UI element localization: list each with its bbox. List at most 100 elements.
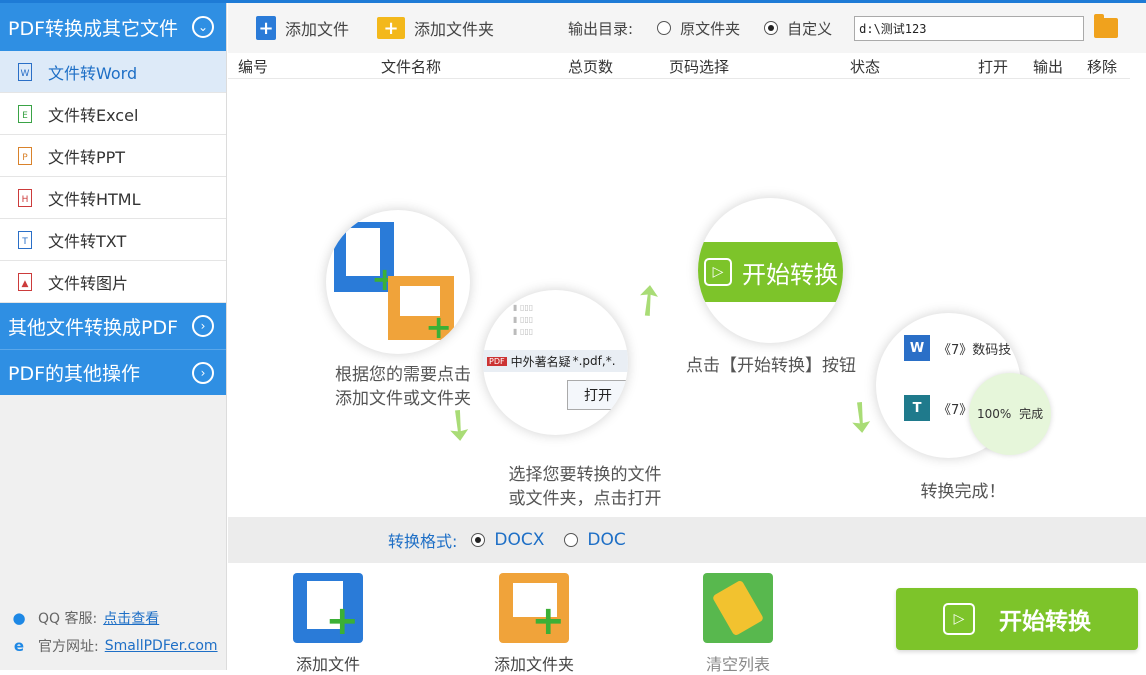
sidebar-item-label: 文件转图片 (48, 273, 129, 293)
sidebar-item-label: 文件转Word (48, 63, 138, 83)
excel-file-icon: E (18, 104, 32, 123)
clear-list-button[interactable]: 清空列表 (698, 573, 778, 675)
chevron-right-icon: › (192, 315, 214, 337)
col-remove: 移除 (1087, 58, 1118, 76)
category-label: PDF的其他操作 (8, 363, 141, 385)
add-file-label: 添加文件 (285, 20, 350, 39)
radio-dot-selected (764, 21, 779, 35)
category-pdf-to-other[interactable]: PDF转换成其它文件 ⌄ (0, 3, 226, 51)
clear-list-label: 清空列表 (705, 655, 770, 674)
qq-icon: ● (12, 609, 26, 627)
word-icon: W (904, 335, 930, 361)
add-file-big-button[interactable]: + 添加文件 (288, 573, 368, 675)
add-file-icon: + (256, 16, 276, 40)
col-total-pages: 总页数 (568, 58, 614, 76)
radio-dot (657, 21, 672, 35)
add-folder-label: 添加文件夹 (493, 655, 574, 674)
file-filter-sample: *.pdf,*. (572, 354, 616, 368)
add-folder-label: 添加文件夹 (414, 20, 495, 39)
col-status: 状态 (850, 58, 881, 76)
step3-text: 点击【开始转换】按钮 (686, 356, 856, 376)
add-file-button[interactable]: + 添加文件 (256, 16, 349, 40)
play-icon: ▷ (704, 258, 732, 286)
col-filename: 文件名称 (381, 58, 442, 76)
sidebar-item-label: 文件转TXT (48, 231, 127, 251)
radio-docx[interactable]: DOCX (471, 530, 544, 550)
step2-circle: ▮ ▯▯▯ ▮ ▯▯▯ ▮ ▯▯▯ PDF 中外著名疑 *.pdf,*. 打开 (483, 290, 628, 435)
sidebar-item-label: 文件转HTML (48, 189, 141, 209)
col-page-select: 页码选择 (669, 58, 730, 76)
word-file-icon: W (18, 62, 32, 81)
category-pdf-other-ops[interactable]: PDF的其他操作 › (0, 349, 226, 395)
step3-circle: ▷ 开始转换 (698, 198, 843, 343)
chevron-right-icon: › (192, 361, 214, 384)
progress-done: 完成 (1019, 407, 1044, 421)
radio-dot-selected (471, 533, 486, 547)
step2-text: 选择您要转换的文件 或文件夹，点击打开 (508, 465, 662, 509)
website-link[interactable]: SmallPDFer.com (105, 638, 218, 654)
open-button-sample: 打开 (567, 380, 628, 410)
file-illustration-icon: + (334, 222, 398, 298)
support-footer: ● QQ 客服: 点击查看 e 官方网址: SmallPDFer.com (10, 604, 218, 660)
sidebar-item-html[interactable]: H 文件转HTML (0, 177, 226, 219)
format-bar: 转换格式: DOCX DOC (228, 517, 1146, 563)
radio-custom-folder[interactable]: 自定义 (764, 18, 832, 39)
col-number: 编号 (238, 58, 269, 76)
progress-bubble: 100% 完成 (969, 373, 1051, 455)
add-folder-icon: + (377, 17, 406, 39)
col-open: 打开 (978, 58, 1009, 76)
ie-browser-icon: e (13, 637, 25, 655)
progress-value: 100% (977, 407, 1012, 421)
file-name-sample: 中外著名疑 (510, 354, 571, 369)
sidebar-item-txt[interactable]: T 文件转TXT (0, 219, 226, 261)
txt-file-icon: T (18, 230, 32, 249)
qq-label: QQ 客服: (38, 611, 98, 627)
usage-guide: + + 根据您的需要点击 添加文件或文件夹 ➘ ▮ ▯▯▯ ▮ ▯▯▯ ▮ ▯▯▯ … (228, 80, 1146, 517)
radio-original-folder[interactable]: 原文件夹 (657, 18, 740, 39)
sidebar-item-image[interactable]: ▲ 文件转图片 (0, 261, 226, 303)
sidebar-item-excel[interactable]: E 文件转Excel (0, 93, 226, 135)
radio-dot (564, 533, 579, 547)
format-label: 转换格式: (388, 532, 458, 551)
folder-illustration-icon: + (388, 276, 454, 346)
output-dir-label: 输出目录: (568, 19, 634, 38)
add-folder-icon: + (499, 573, 569, 643)
add-file-icon: + (293, 573, 363, 643)
output-path-input[interactable]: d:\测试123 (854, 15, 1085, 41)
bottom-actions: + 添加文件 + 添加文件夹 清空列表 ▷ 开始转换 (228, 563, 1146, 674)
html-file-icon: H (18, 188, 32, 207)
toolbar: + 添加文件 + 添加文件夹 输出目录: 原文件夹 自定义 d:\测试123 (228, 3, 1146, 53)
start-convert-label: 开始转换 (999, 609, 1091, 635)
add-file-label: 添加文件 (295, 655, 360, 674)
sidebar-item-word[interactable]: W 文件转Word (0, 51, 226, 93)
ppt-file-icon: P (18, 146, 32, 165)
sidebar: PDF转换成其它文件 ⌄ W 文件转Word E 文件转Excel P 文件转P… (0, 3, 227, 670)
website-label: 官方网址: (38, 639, 99, 655)
browse-folder-icon[interactable] (1094, 14, 1119, 38)
step4-text: 转换完成！ (920, 482, 1006, 502)
play-icon: ▷ (943, 603, 975, 635)
radio-label: 原文件夹 (680, 19, 741, 38)
sidebar-item-ppt[interactable]: P 文件转PPT (0, 135, 226, 177)
category-label: 其他文件转换成PDF (8, 316, 179, 339)
start-convert-button[interactable]: ▷ 开始转换 (896, 588, 1138, 650)
radio-doc[interactable]: DOC (564, 530, 626, 550)
image-file-icon: ▲ (18, 272, 32, 291)
start-convert-sample: ▷ 开始转换 (698, 242, 843, 302)
sidebar-item-label: 文件转Excel (48, 105, 139, 125)
arrow-icon: ➚ (618, 269, 677, 330)
add-folder-big-button[interactable]: + 添加文件夹 (484, 573, 584, 675)
add-folder-button[interactable]: + 添加文件夹 (377, 16, 494, 40)
txt-icon: T (904, 395, 930, 421)
qq-support-link[interactable]: 点击查看 (103, 608, 159, 628)
chevron-down-icon: ⌄ (192, 16, 214, 38)
step1-circle: + + (326, 210, 470, 354)
broom-icon (703, 573, 773, 643)
radio-label: DOC (587, 530, 626, 550)
category-other-to-pdf[interactable]: 其他文件转换成PDF › (0, 303, 226, 349)
sidebar-item-label: 文件转PPT (48, 147, 126, 167)
file-table-header: 编号 文件名称 总页数 页码选择 状态 打开 输出 移除 (228, 53, 1130, 79)
col-output: 输出 (1033, 58, 1064, 76)
category-label: PDF转换成其它文件 (8, 17, 179, 40)
radio-label: DOCX (494, 530, 545, 550)
